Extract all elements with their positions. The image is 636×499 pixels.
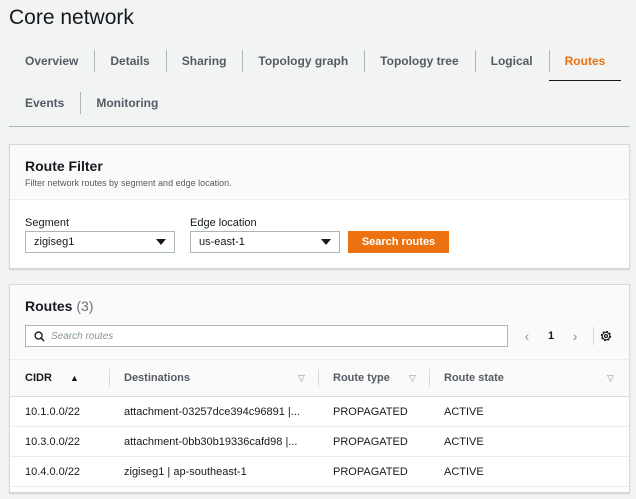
routes-header [10, 285, 629, 359]
cell-route-type: PROPAGATED [333, 435, 408, 448]
routes-title: Routes (3) [25, 298, 93, 314]
tab-sharing[interactable]: Sharing [165, 40, 243, 82]
column-header-route-type[interactable]: Route type ▽ [318, 360, 429, 396]
tabs-divider [9, 126, 630, 127]
sort-icon[interactable]: ▽ [607, 373, 614, 384]
routes-count: (3) [76, 298, 94, 314]
routes-title-text: Routes [25, 298, 73, 314]
column-label: Route state [444, 372, 504, 384]
cell-destination: attachment-03257dce394c96891 |... [124, 405, 300, 418]
cell-cidr: 10.1.0.0/22 [25, 405, 81, 418]
caret-down-icon [321, 239, 331, 245]
cell-cidr: 10.4.0.0/22 [25, 465, 81, 478]
segment-select[interactable]: zigiseg1 [25, 231, 175, 253]
column-header-destinations[interactable]: Destinations ▽ [109, 360, 318, 396]
tab-routes[interactable]: Routes [548, 40, 622, 82]
caret-down-icon [156, 239, 166, 245]
pagination-divider [593, 327, 594, 345]
tab-topology-tree[interactable]: Topology tree [364, 40, 474, 82]
routes-table: CIDR ▲ Destinations ▽ Route type ▽ Route… [10, 359, 629, 487]
cell-destination: attachment-0bb30b19336cafd98 |... [124, 435, 298, 448]
tab-overview[interactable]: Overview [9, 40, 94, 82]
route-filter-description: Filter network routes by segment and edg… [25, 178, 232, 188]
segment-label: Segment [25, 217, 70, 229]
column-header-cidr[interactable]: CIDR ▲ [10, 360, 109, 396]
gear-icon[interactable] [599, 329, 613, 343]
chevron-left-icon[interactable]: ‹ [520, 328, 534, 344]
sort-icon[interactable]: ▽ [298, 373, 305, 384]
current-page[interactable]: 1 [548, 330, 554, 342]
column-label: CIDR [25, 372, 52, 384]
search-field[interactable] [25, 325, 508, 347]
edge-location-label: Edge location [190, 217, 257, 229]
cell-route-state: ACTIVE [444, 405, 484, 418]
column-label: Destinations [124, 372, 191, 384]
table-row[interactable]: 10.3.0.0/22 attachment-0bb30b19336cafd98… [10, 427, 629, 457]
tab-bar: Overview Details Sharing Topology graph … [9, 40, 630, 124]
cell-cidr: 10.3.0.0/22 [25, 435, 81, 448]
cell-route-state: ACTIVE [444, 435, 484, 448]
segment-select-value: zigiseg1 [34, 236, 75, 248]
table-row[interactable]: 10.4.0.0/22 zigiseg1 | ap-southeast-1 PR… [10, 457, 629, 487]
column-label: Route type [333, 372, 390, 384]
table-row[interactable]: 10.1.0.0/22 attachment-03257dce394c96891… [10, 397, 629, 427]
search-routes-input[interactable] [51, 330, 491, 342]
tab-logical[interactable]: Logical [474, 40, 549, 82]
chevron-right-icon[interactable]: › [568, 328, 582, 344]
tab-topology-graph[interactable]: Topology graph [242, 40, 364, 82]
sort-icon[interactable]: ▽ [409, 373, 416, 384]
edge-location-select-value: us-east-1 [199, 236, 245, 248]
search-icon [34, 330, 45, 342]
cell-route-type: PROPAGATED [333, 465, 408, 478]
cell-destination: zigiseg1 | ap-southeast-1 [124, 465, 247, 478]
page-title: Core network [9, 6, 134, 29]
search-routes-button[interactable]: Search routes [348, 231, 449, 253]
cell-route-state: ACTIVE [444, 465, 484, 478]
edge-location-select[interactable]: us-east-1 [190, 231, 340, 253]
tab-events[interactable]: Events [9, 82, 80, 124]
pagination: ‹ 1 › [520, 325, 582, 347]
sort-ascending-icon[interactable]: ▲ [70, 373, 79, 383]
route-filter-title: Route Filter [25, 158, 103, 174]
column-header-route-state[interactable]: Route state ▽ [429, 360, 629, 396]
tab-details[interactable]: Details [94, 40, 165, 82]
table-header: CIDR ▲ Destinations ▽ Route type ▽ Route… [10, 359, 629, 397]
route-filter-panel: Route Filter Filter network routes by se… [9, 144, 630, 269]
cell-route-type: PROPAGATED [333, 405, 408, 418]
tab-monitoring[interactable]: Monitoring [80, 82, 174, 124]
routes-panel: Routes (3) ‹ 1 › CIDR ▲ Destinations ▽ [9, 284, 630, 493]
